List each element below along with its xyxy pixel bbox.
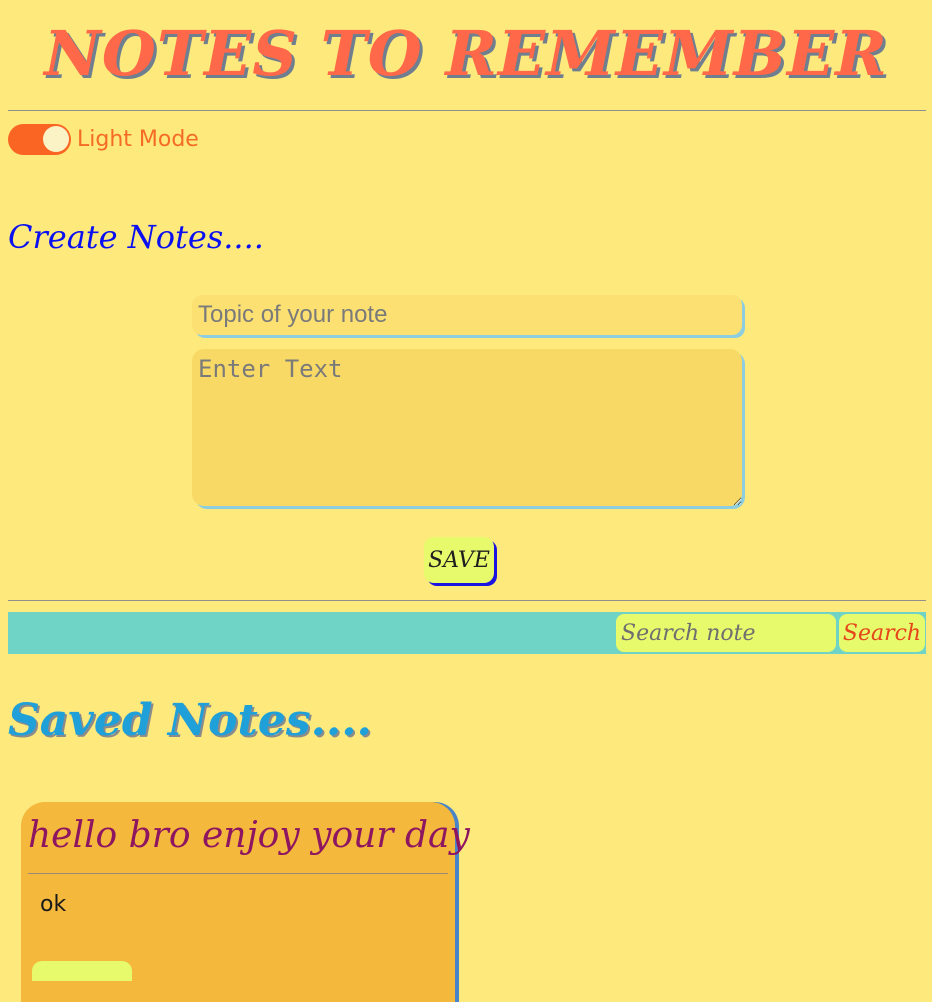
section-divider bbox=[8, 600, 926, 601]
search-button[interactable]: Search bbox=[839, 614, 925, 652]
note-delete-button[interactable] bbox=[32, 961, 132, 981]
theme-toggle-row: Light Mode bbox=[8, 123, 199, 155]
note-text-area[interactable] bbox=[192, 349, 742, 506]
theme-toggle[interactable] bbox=[8, 123, 71, 155]
app-title: NOTES TO REMEMBER bbox=[44, 17, 888, 90]
saved-notes-heading: Saved Notes.... bbox=[8, 695, 372, 746]
create-notes-heading: Create Notes.... bbox=[8, 218, 264, 256]
save-button[interactable]: SAVE bbox=[424, 537, 494, 583]
note-title: hello bro enjoy your day bbox=[28, 815, 470, 856]
toggle-knob bbox=[43, 125, 69, 152]
search-input[interactable] bbox=[616, 614, 836, 652]
note-body: ok bbox=[40, 892, 67, 917]
note-divider bbox=[28, 873, 448, 874]
note-topic-input[interactable] bbox=[192, 295, 742, 335]
header-divider bbox=[8, 110, 926, 111]
theme-toggle-label: Light Mode bbox=[77, 126, 199, 152]
